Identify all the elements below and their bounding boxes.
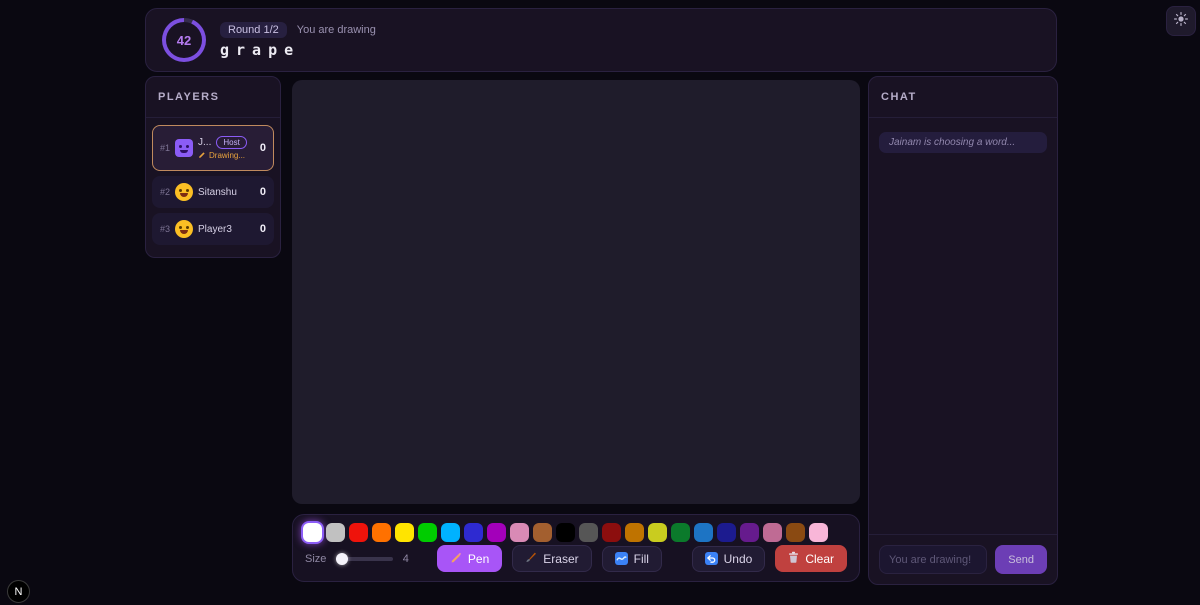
player-rank: #1	[160, 143, 170, 153]
color-swatch[interactable]	[786, 523, 805, 542]
chat-title: CHAT	[869, 77, 1057, 118]
player-score: 0	[260, 142, 266, 154]
player-name: Sitanshu	[198, 187, 255, 198]
sun-icon	[1174, 12, 1188, 31]
chat-messages: Jainam is choosing a word...	[869, 118, 1057, 167]
send-button[interactable]: Send	[995, 545, 1047, 574]
drawing-canvas[interactable]	[292, 80, 860, 504]
color-swatch[interactable]	[556, 523, 575, 542]
color-swatch[interactable]	[809, 523, 828, 542]
trash-icon	[788, 551, 799, 566]
nextjs-logo[interactable]: N	[7, 580, 30, 603]
color-swatch[interactable]	[671, 523, 690, 542]
player-rank: #3	[160, 224, 170, 234]
timer-ring: 42	[162, 18, 206, 62]
round-header: 42 Round 1/2 You are drawing grape	[145, 8, 1057, 72]
color-swatch[interactable]	[533, 523, 552, 542]
player-row-2[interactable]: #2 Sitanshu 0	[152, 176, 274, 208]
brush-icon	[525, 551, 537, 566]
brush-size-slider[interactable]	[336, 557, 392, 561]
color-swatch[interactable]	[441, 523, 460, 542]
water-wave-icon	[615, 552, 628, 565]
player-row-3[interactable]: #3 Player3 0	[152, 213, 274, 245]
chat-system-message: Jainam is choosing a word...	[879, 132, 1047, 153]
chat-panel: CHAT Jainam is choosing a word... Send	[868, 76, 1058, 585]
player-name: J...	[198, 137, 211, 148]
color-palette	[303, 523, 849, 542]
pencil-icon	[450, 551, 462, 566]
color-swatch[interactable]	[510, 523, 529, 542]
color-swatch[interactable]	[648, 523, 667, 542]
eraser-button[interactable]: Eraser	[512, 545, 591, 572]
drawing-status-text: You are drawing	[297, 24, 376, 36]
smiling-hearts-avatar-icon	[175, 220, 193, 238]
player-score: 0	[260, 223, 266, 235]
player-name: Player3	[198, 224, 255, 235]
color-swatch[interactable]	[349, 523, 368, 542]
player-rank: #2	[160, 187, 170, 197]
drawing-toolbar: Size 4 Pen	[292, 514, 860, 582]
color-swatch[interactable]	[694, 523, 713, 542]
game-page: 42 Round 1/2 You are drawing grape	[0, 0, 1200, 605]
fill-button[interactable]: Fill	[602, 546, 662, 572]
undo-button[interactable]: Undo	[692, 546, 766, 572]
alien-monster-avatar-icon	[175, 139, 193, 157]
round-badge: Round 1/2	[220, 22, 287, 38]
host-badge: Host	[216, 136, 246, 149]
chat-input[interactable]	[879, 545, 987, 574]
player-status: Drawing...	[209, 151, 245, 160]
color-swatch[interactable]	[326, 523, 345, 542]
current-word: grape	[220, 41, 376, 59]
player-score: 0	[260, 186, 266, 198]
players-panel: PLAYERS #1 J... Host Drawing... 0 #2	[145, 76, 281, 258]
color-swatch[interactable]	[395, 523, 414, 542]
clear-button[interactable]: Clear	[775, 545, 847, 572]
size-value: 4	[403, 553, 409, 565]
color-swatch[interactable]	[602, 523, 621, 542]
player-row-1[interactable]: #1 J... Host Drawing... 0	[152, 125, 274, 171]
undo-arrow-icon	[705, 552, 718, 565]
color-swatch[interactable]	[464, 523, 483, 542]
pen-button[interactable]: Pen	[437, 545, 502, 572]
color-swatch[interactable]	[625, 523, 644, 542]
color-swatch[interactable]	[717, 523, 736, 542]
grinning-face-avatar-icon	[175, 183, 193, 201]
color-swatch[interactable]	[579, 523, 598, 542]
color-swatch[interactable]	[418, 523, 437, 542]
color-swatch[interactable]	[487, 523, 506, 542]
color-swatch[interactable]	[372, 523, 391, 542]
pencil-icon	[198, 151, 206, 161]
color-swatch[interactable]	[303, 523, 322, 542]
color-swatch[interactable]	[740, 523, 759, 542]
players-title: PLAYERS	[146, 77, 280, 118]
timer-value: 42	[177, 33, 191, 48]
slider-knob[interactable]	[336, 553, 348, 565]
size-label: Size	[305, 553, 326, 565]
theme-toggle-button[interactable]	[1166, 6, 1196, 36]
color-swatch[interactable]	[763, 523, 782, 542]
